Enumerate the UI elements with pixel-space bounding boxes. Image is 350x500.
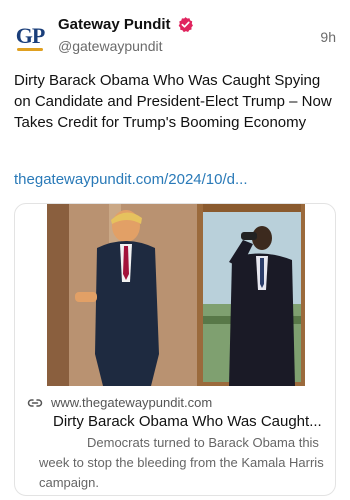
author-display-name[interactable]: Gateway Pundit (58, 16, 171, 33)
post-text: Dirty Barack Obama Who Was Caught Spying… (14, 72, 332, 131)
link-preview-card[interactable]: www.thegatewaypundit.com Dirty Barack Ob… (14, 203, 336, 496)
avatar-text: GP (15, 23, 46, 48)
post-container: GP Gateway Pundit @gatewaypundit 9h Dirt… (0, 0, 350, 500)
avatar-swoosh (17, 48, 43, 51)
card-domain-row: www.thegatewaypundit.com (27, 395, 212, 410)
card-photo (47, 204, 305, 386)
verified-badge-icon (178, 17, 193, 33)
card-image[interactable] (47, 204, 305, 386)
card-title[interactable]: Dirty Barack Obama Who Was Caught... (53, 413, 328, 430)
author-name-row: Gateway Pundit (58, 16, 194, 33)
avatar[interactable]: GP (12, 20, 48, 56)
post-time[interactable]: 9h (320, 29, 336, 45)
link-icon (27, 398, 43, 407)
post-link[interactable]: thegatewaypundit.com/2024/10/d... (14, 171, 340, 188)
author-handle[interactable]: @gatewaypundit (58, 38, 163, 54)
card-description: Democrats turned to Barack Obama this we… (39, 435, 324, 490)
card-domain[interactable]: www.thegatewaypundit.com (51, 395, 212, 410)
